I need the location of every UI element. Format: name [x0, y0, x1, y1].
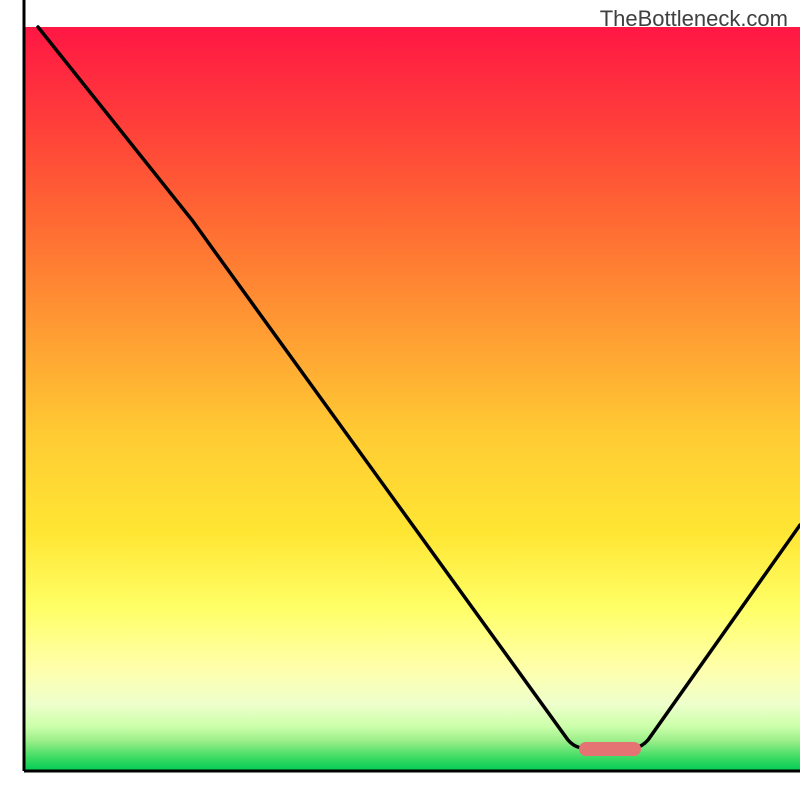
chart-container — [0, 0, 800, 800]
gradient-background — [24, 27, 800, 771]
watermark-text: TheBottleneck.com — [600, 6, 788, 32]
optimal-marker — [579, 742, 641, 756]
chart-svg — [0, 0, 800, 800]
